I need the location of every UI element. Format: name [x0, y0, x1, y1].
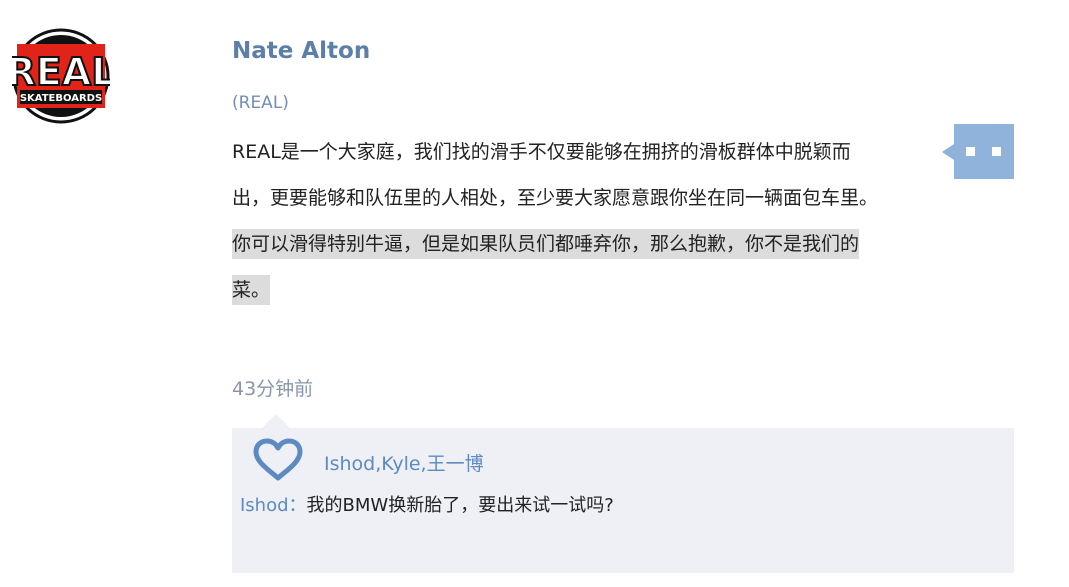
- post-line: 你可以滑得特别牛逼，但是如果队员们都唾弃你，那么抱歉，你不是我们的: [232, 225, 932, 271]
- like-button[interactable]: [252, 438, 304, 482]
- post-body: REAL是一个大家庭，我们找的滑手不仅要能够在拥挤的滑板群体中脱颖而 出，更要能…: [232, 133, 932, 317]
- post-line: REAL是一个大家庭，我们找的滑手不仅要能够在拥挤的滑板群体中脱颖而: [232, 133, 932, 179]
- post-timestamp: 43分钟前: [232, 378, 314, 400]
- post-line: 出，更要能够和队伍里的人相处，至少要大家愿意跟你坐在同一辆面包车里。: [232, 179, 932, 225]
- post-line: 菜。: [232, 271, 932, 317]
- real-skateboards-logo: REAL SKATEBOARDS: [12, 28, 110, 124]
- panel-pointer: [262, 414, 290, 428]
- comment-text: 我的BMW换新胎了，要出来试一试吗?: [306, 495, 614, 516]
- logo-text-skateboards: SKATEBOARDS: [20, 93, 102, 104]
- comment-bubble-icon: [942, 124, 1014, 179]
- post-line-text: REAL是一个大家庭，我们找的滑手不仅要能够在拥挤的滑板群体中脱颖而: [232, 141, 851, 163]
- logo-text-real: REAL: [12, 50, 110, 94]
- post-line-text: 出，更要能够和队伍里的人相处，至少要大家愿意跟你坐在同一辆面包车里。: [232, 187, 879, 209]
- post-line-text-highlighted: 你可以滑得特别牛逼，但是如果队员们都唾弃你，那么抱歉，你不是我们的: [232, 229, 860, 259]
- interactions-panel: Ishod,Kyle,王一博 Ishod：我的BMW换新胎了，要出来试一试吗?: [232, 428, 1014, 573]
- author-team: (REAL): [232, 93, 289, 113]
- post-line-text-highlighted: 菜。: [232, 275, 271, 305]
- author-name[interactable]: Nate Alton: [232, 38, 370, 64]
- comment-button[interactable]: [942, 124, 1014, 179]
- comment-item: Ishod：我的BMW换新胎了，要出来试一试吗?: [240, 491, 614, 517]
- author-avatar[interactable]: REAL SKATEBOARDS: [12, 28, 110, 124]
- comment-author[interactable]: Ishod：: [240, 495, 307, 516]
- likers-list[interactable]: Ishod,Kyle,王一博: [324, 449, 484, 476]
- heart-icon: [253, 438, 303, 481]
